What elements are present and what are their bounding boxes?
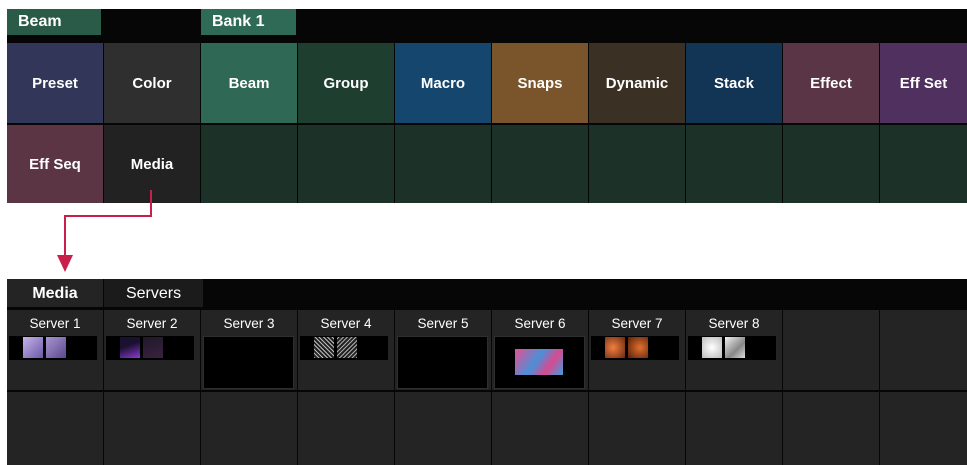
media-cell-empty[interactable]	[783, 392, 879, 465]
media-cell-empty[interactable]	[686, 392, 782, 465]
server-label: Server 8	[708, 316, 760, 331]
server-label: Server 2	[126, 316, 178, 331]
media-thumbnails	[591, 336, 679, 360]
server-cell-empty[interactable]	[783, 310, 879, 390]
media-thumbnail	[23, 337, 43, 358]
server-label: Server 3	[223, 316, 275, 331]
server-cell-2[interactable]: Server 2	[104, 310, 200, 390]
server-label: Server 4	[320, 316, 372, 331]
media-thumbnails	[688, 336, 776, 360]
media-preview	[494, 336, 585, 389]
media-thumbnail	[515, 349, 563, 375]
media-cell-empty[interactable]	[7, 392, 103, 465]
media-thumbnail	[314, 337, 334, 358]
media-cell-empty[interactable]	[492, 392, 588, 465]
media-preview-empty	[203, 336, 294, 389]
media-thumbnail	[337, 337, 357, 358]
media-thumbnails	[300, 336, 388, 360]
media-thumbnail	[725, 337, 745, 358]
media-cell-empty[interactable]	[589, 392, 685, 465]
media-thumbnail	[46, 337, 66, 358]
arrow-head-icon	[57, 255, 73, 272]
server-label: Server 6	[514, 316, 566, 331]
tab-media[interactable]: Media	[7, 279, 103, 307]
server-cell-8[interactable]: Server 8	[686, 310, 782, 390]
media-cell-empty[interactable]	[104, 392, 200, 465]
server-label: Server 5	[417, 316, 469, 331]
media-thumbnail	[628, 337, 648, 358]
media-panel: Media Servers Server 1 Server 2 Server 3…	[7, 279, 967, 465]
media-thumbnail	[120, 337, 140, 358]
media-thumbnail	[143, 337, 163, 358]
server-label: Server 1	[29, 316, 81, 331]
media-thumbnails	[9, 336, 97, 360]
media-preview-empty	[397, 336, 488, 389]
server-cell-3[interactable]: Server 3	[201, 310, 297, 390]
media-thumbnail	[605, 337, 625, 358]
server-cell-6[interactable]: Server 6	[492, 310, 588, 390]
server-cell-5[interactable]: Server 5	[395, 310, 491, 390]
tab-servers[interactable]: Servers	[104, 279, 203, 307]
media-cell-empty[interactable]	[201, 392, 297, 465]
media-cell-empty[interactable]	[880, 392, 967, 465]
server-cell-1[interactable]: Server 1	[7, 310, 103, 390]
media-thumbnails	[106, 336, 194, 360]
server-cell-4[interactable]: Server 4	[298, 310, 394, 390]
connector-line	[64, 190, 152, 258]
server-cell-empty[interactable]	[880, 310, 967, 390]
server-cell-7[interactable]: Server 7	[589, 310, 685, 390]
server-label: Server 7	[611, 316, 663, 331]
media-cell-empty[interactable]	[298, 392, 394, 465]
media-cell-empty[interactable]	[395, 392, 491, 465]
media-thumbnail	[702, 337, 722, 358]
